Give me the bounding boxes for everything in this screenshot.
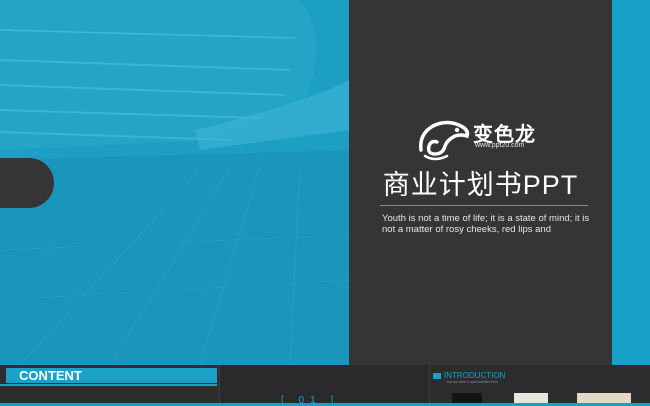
right-accent-strip [612,0,650,365]
left-decorative-tab [0,158,54,208]
chameleon-logo-icon [419,120,470,161]
slide-title: 商业计划书PPT [382,170,579,200]
brand-logo: 变色龙 www.ppt20.com [417,116,549,164]
brand-url: www.ppt20.com [475,142,525,149]
intro-image-3 [577,393,631,403]
section-number: [ 01 ] [281,395,340,406]
slide-subtitle: Youth is not a time of life; it is a sta… [382,213,590,235]
content-underline [0,384,217,386]
introduction-icon [433,373,441,379]
intro-image-1 [452,393,482,403]
introduction-subtitle: You are click to add subtitles here [446,380,499,384]
intro-image-2 [514,393,548,403]
content-label: CONTENT [19,368,82,383]
introduction-label: INTRODUCTION [444,371,506,380]
title-divider [380,205,588,206]
